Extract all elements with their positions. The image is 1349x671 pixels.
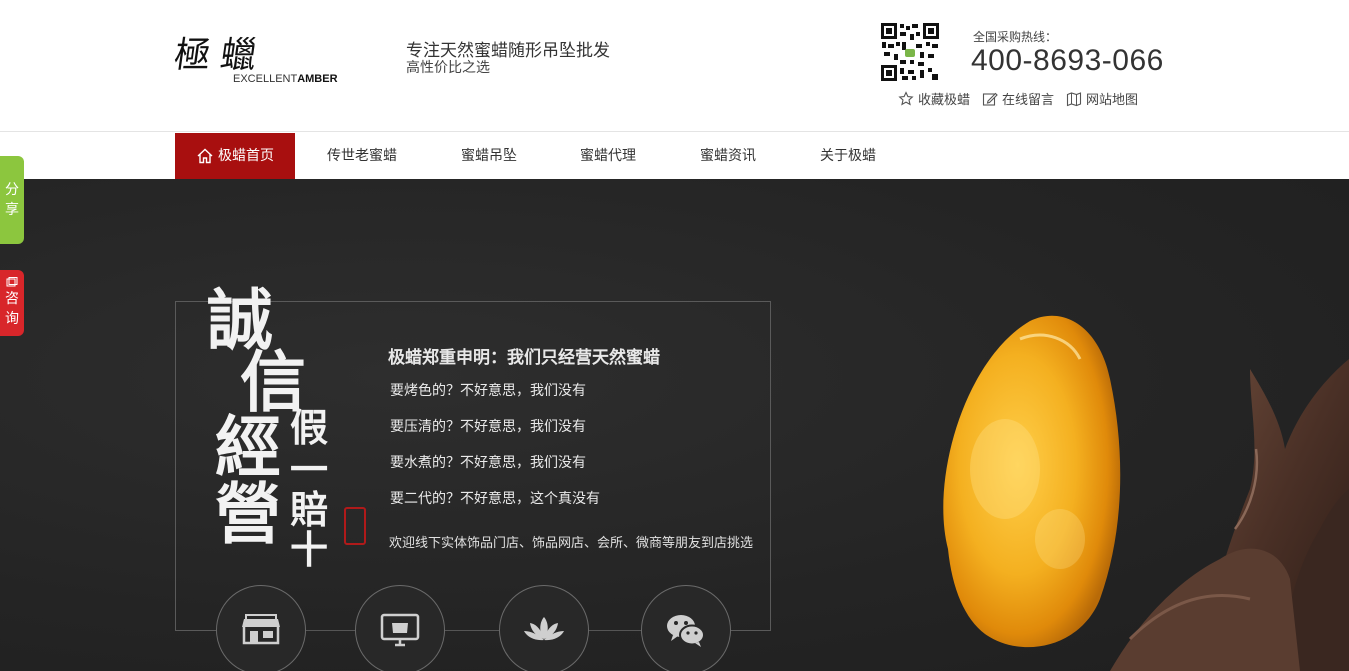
nav-item-amber-news[interactable]: 蜜蜡资讯: [669, 133, 787, 179]
banner-line: 要压清的？不好意思，我们没有: [390, 419, 586, 435]
circle-connector: [305, 630, 355, 631]
nav-item-amber-agency[interactable]: 蜜蜡代理: [549, 133, 667, 179]
circle-connector: [445, 630, 500, 631]
chat-icon: [6, 277, 18, 287]
header-links: 收藏极蜡 在线留言 网站地图: [898, 89, 1138, 108]
star-icon: [898, 90, 914, 106]
logo-en-bold: AMBER: [297, 73, 338, 85]
site-logo[interactable]: 極蠟 EXCELLENTAMBER: [172, 26, 385, 88]
banner-invite: 欢迎线下实体饰品门店、饰品网店、会所、微商等朋友到店挑选: [389, 536, 754, 551]
page: 極蠟 EXCELLENTAMBER 专注天然蜜蜡随形吊坠批发 高性价比之选 全国…: [0, 0, 1349, 671]
banner-line: 要水煮的？不好意思，我们没有: [390, 455, 586, 471]
nav-item-label: 蜜蜡代理: [580, 148, 636, 164]
banner-line: 要二代的？不好意思，这个真没有: [390, 491, 600, 507]
share-tab-label: 分享: [5, 182, 19, 218]
nav-item-label: 蜜蜡吊坠: [461, 148, 517, 164]
bookmark-link[interactable]: 收藏极蜡: [898, 89, 970, 108]
nav-item-label: 传世老蜜蜡: [327, 148, 397, 164]
store-circle: [216, 585, 306, 671]
bookmark-link-label: 收藏极蜡: [918, 93, 971, 108]
calligraphy-char-small: 十: [290, 527, 329, 572]
consult-tab[interactable]: 咨询: [0, 270, 24, 336]
sitemap-link-label: 网站地图: [1086, 93, 1139, 108]
logo-cn-text: 極蠟: [171, 35, 270, 76]
red-seal-stamp: [344, 507, 366, 545]
nav-item-label: 蜜蜡资讯: [700, 148, 756, 164]
hero-banner[interactable]: 誠 信 經 營 假 一 賠 十 极蜡郑重申明：我们只经营天然蜜蜡 要烤色的？不好…: [0, 179, 1349, 671]
consult-tab-label: 咨询: [5, 291, 19, 327]
message-link-label: 在线留言: [1002, 93, 1055, 108]
nav-item-label: 关于极蜡: [820, 148, 876, 164]
site-header: 極蠟 EXCELLENTAMBER 专注天然蜜蜡随形吊坠批发 高性价比之选 全国…: [0, 0, 1349, 132]
hotline-number: 400-8693-066: [971, 44, 1164, 77]
logo-en-light: EXCELLENT: [233, 73, 298, 85]
main-nav: 极蜡首页 传世老蜜蜡 蜜蜡吊坠 蜜蜡代理 蜜蜡资讯 关于极蜡: [0, 133, 1349, 179]
circle-connector: [588, 630, 641, 631]
nav-item-amber-pendant[interactable]: 蜜蜡吊坠: [430, 133, 548, 179]
banner-statement: 极蜡郑重申明：我们只经营天然蜜蜡: [388, 348, 660, 368]
map-icon: [1066, 91, 1082, 106]
monitor-icon: [380, 613, 420, 647]
amber-pendant-image: [943, 315, 1349, 671]
store-icon: [242, 614, 280, 645]
calligraphy-char: 營: [215, 475, 281, 553]
nav-item-home[interactable]: 极蜡首页: [175, 133, 295, 179]
nav-item-label: 极蜡首页: [218, 148, 274, 164]
wechat-icon: [667, 615, 705, 647]
message-link[interactable]: 在线留言: [982, 89, 1054, 108]
club-circle: [499, 585, 589, 671]
nav-item-about[interactable]: 关于极蜡: [789, 133, 907, 179]
hotline-label: 全国采购热线：: [973, 30, 1058, 44]
banner-lines: 要烤色的？不好意思，我们没有 要压清的？不好意思，我们没有 要水煮的？不好意思，…: [390, 382, 600, 526]
banner-line: 要烤色的？不好意思，我们没有: [390, 383, 586, 399]
lotus-icon: [524, 617, 564, 641]
slogan-sub: 高性价比之选: [406, 60, 490, 76]
home-icon: [197, 148, 213, 164]
qr-code-icon: [880, 22, 940, 82]
edit-icon: [982, 92, 998, 106]
share-tab[interactable]: 分享: [0, 156, 24, 244]
logo-en-text: EXCELLENTAMBER: [233, 73, 338, 85]
sitemap-link[interactable]: 网站地图: [1066, 89, 1138, 108]
online-circle: [355, 585, 445, 671]
nav-item-antique-amber[interactable]: 传世老蜜蜡: [303, 133, 421, 179]
wechat-circle: [641, 585, 731, 671]
